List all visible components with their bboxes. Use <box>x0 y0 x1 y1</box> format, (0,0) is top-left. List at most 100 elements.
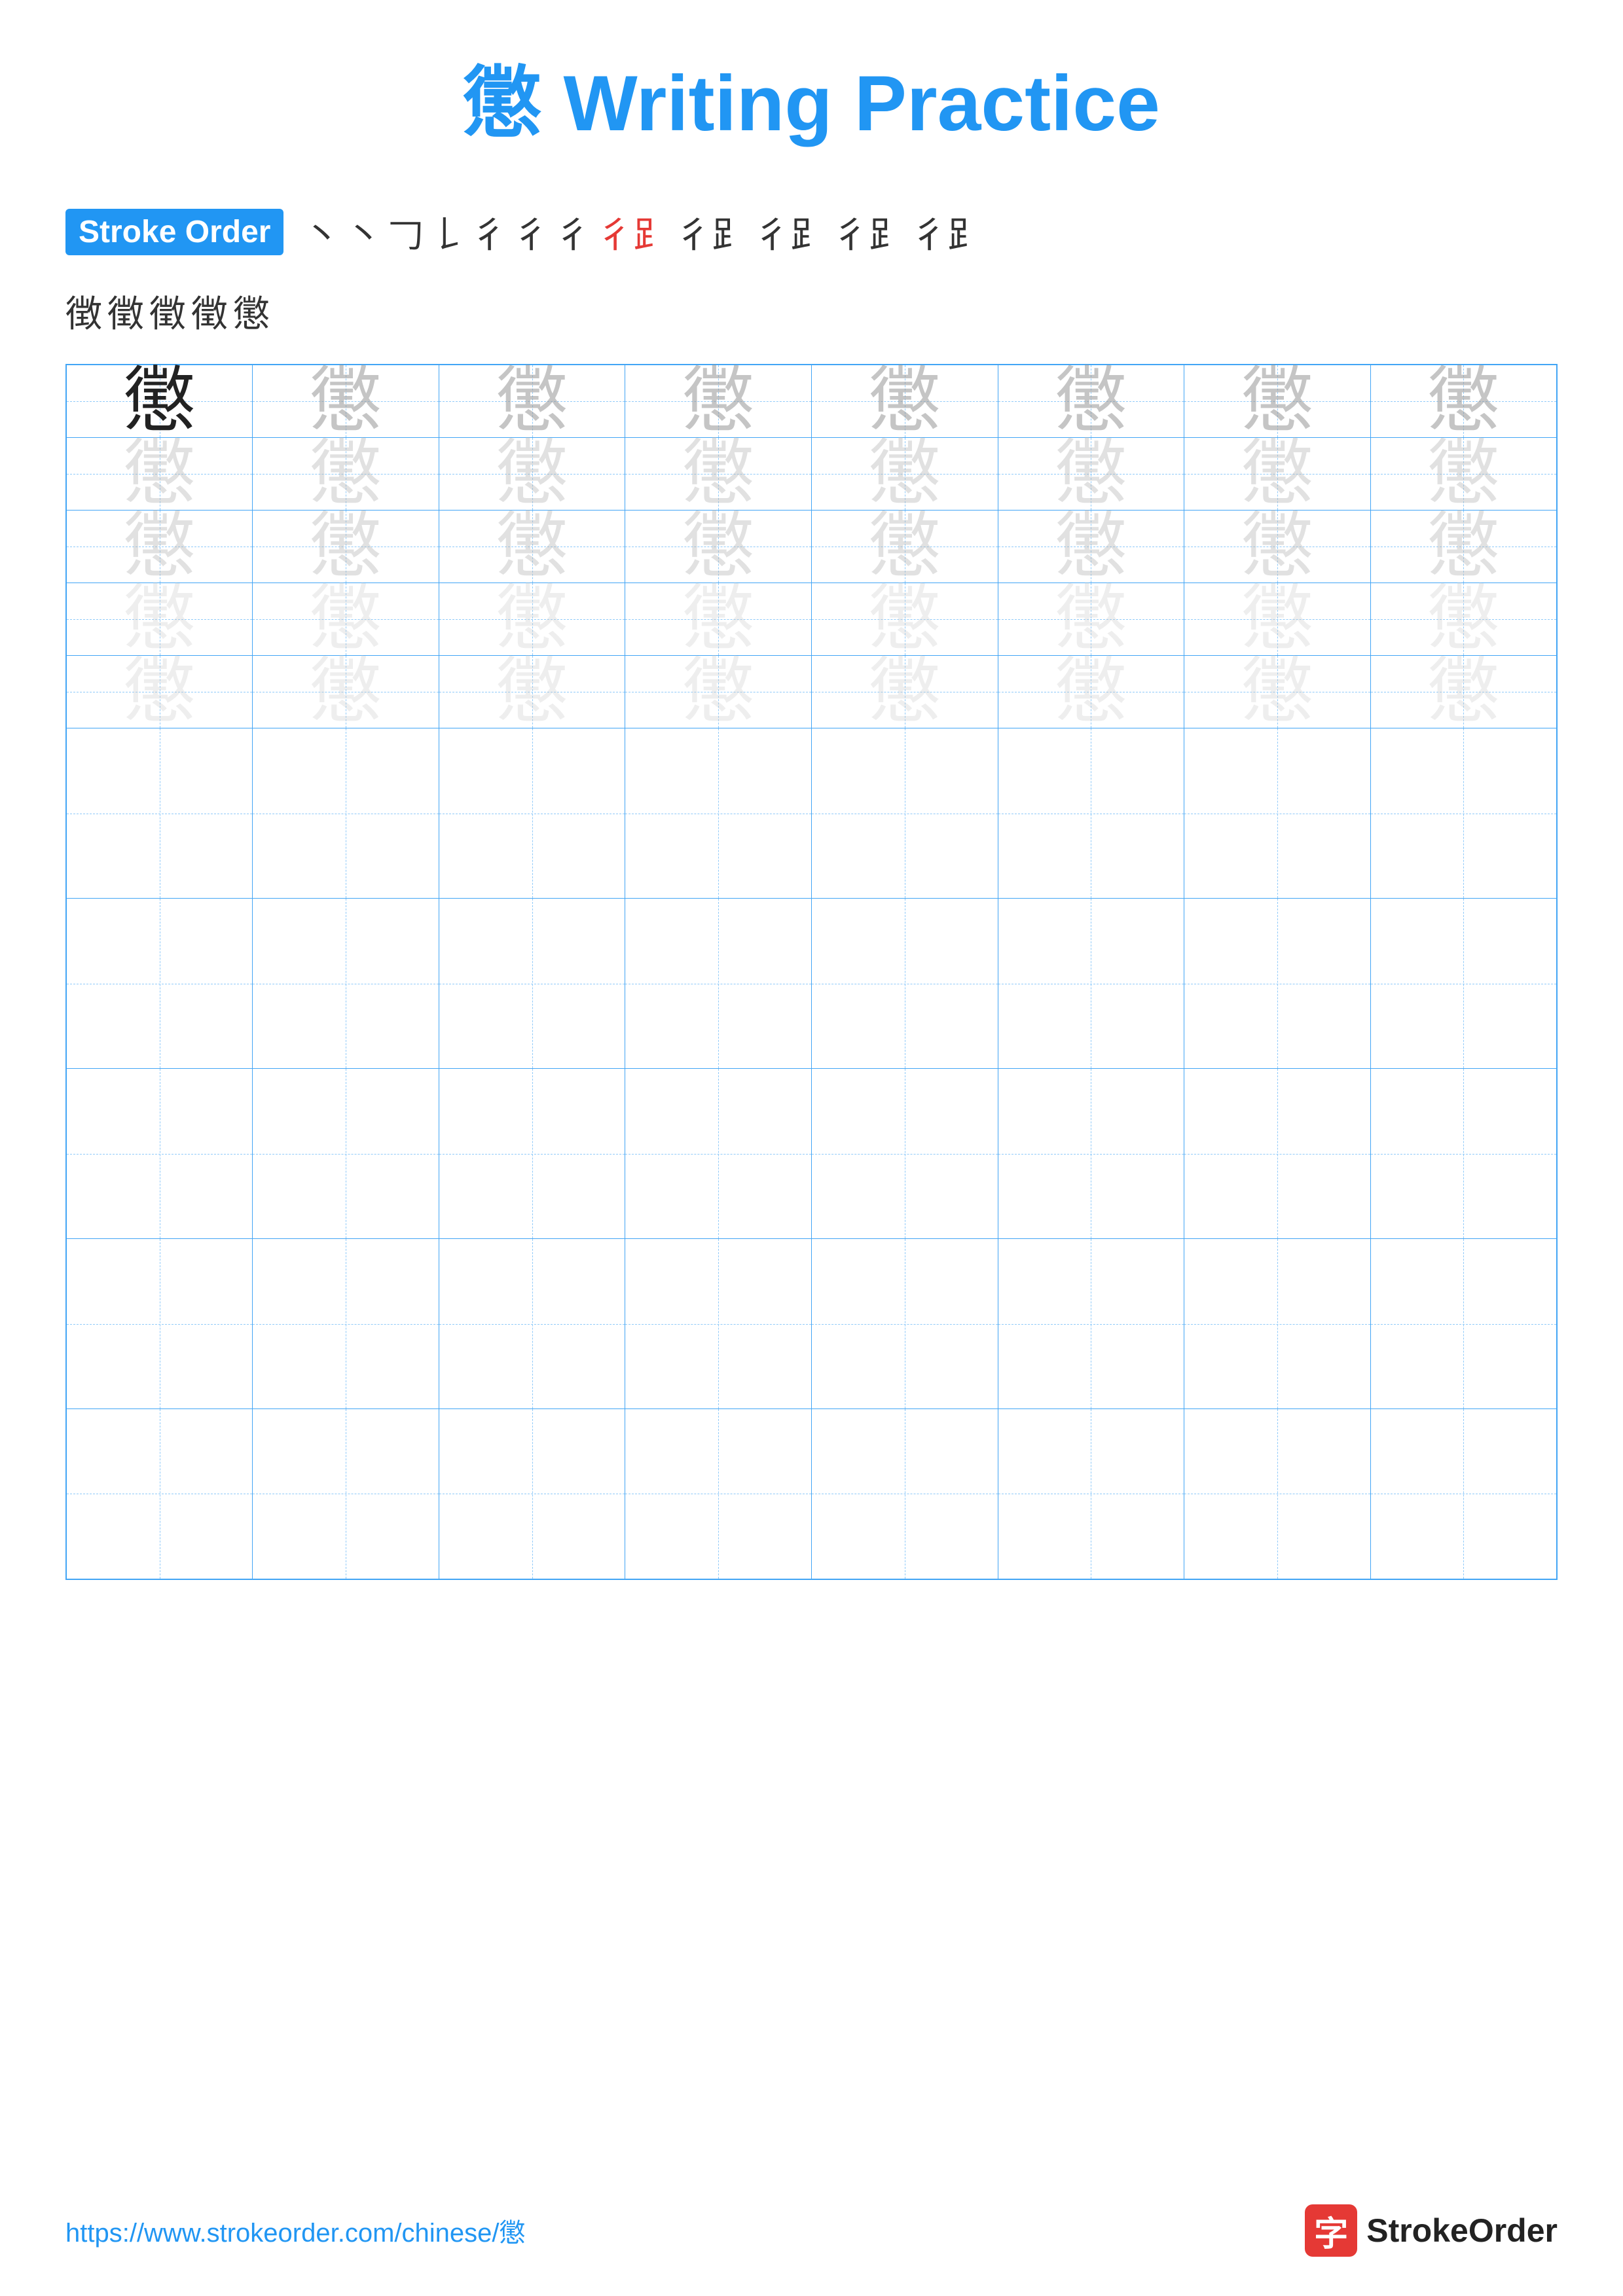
practice-cell: 懲 <box>1184 656 1371 728</box>
practice-row-7-empty[interactable] <box>66 899 1557 1069</box>
cell-inner <box>1184 899 1370 1068</box>
practice-row-1: 懲 懲 懲 懲 懲 懲 懲 懲 <box>66 365 1557 438</box>
empty-cell[interactable] <box>439 1069 625 1239</box>
cell-inner <box>998 899 1184 1068</box>
logo-text: StrokeOrder <box>1366 2212 1558 2250</box>
stroke-s6: 彳 <box>513 206 549 259</box>
empty-cell[interactable] <box>998 1069 1184 1239</box>
empty-cell[interactable] <box>1370 1069 1557 1239</box>
empty-cell[interactable] <box>1370 1239 1557 1409</box>
char-faint: 懲 <box>310 583 382 655</box>
practice-row-6-empty[interactable] <box>66 728 1557 899</box>
practice-cell: 懲 <box>1370 511 1557 583</box>
cell-inner <box>998 1239 1184 1408</box>
stroke-s14: 徵 <box>107 285 144 338</box>
stroke-s1: ⼂ <box>303 206 340 259</box>
empty-cell[interactable] <box>1184 1239 1371 1409</box>
cell-inner <box>67 1069 252 1238</box>
cell-inner: 懲 <box>812 438 998 510</box>
cell-inner <box>998 1409 1184 1579</box>
cell-inner: 懲 <box>625 511 811 583</box>
practice-cell: 懲 <box>253 583 439 656</box>
practice-cell: 懲 <box>812 438 998 511</box>
char-faint: 懲 <box>869 365 941 437</box>
empty-cell[interactable] <box>253 1239 439 1409</box>
cell-inner <box>439 1069 625 1238</box>
stroke-s8: 彳⻊ <box>596 206 670 259</box>
footer-url[interactable]: https://www.strokeorder.com/chinese/懲 <box>65 2212 526 2250</box>
empty-cell[interactable] <box>439 1239 625 1409</box>
empty-cell[interactable] <box>812 1409 998 1579</box>
empty-cell[interactable] <box>812 1239 998 1409</box>
empty-cell[interactable] <box>253 1069 439 1239</box>
empty-cell[interactable] <box>66 1069 253 1239</box>
char-faint: 懲 <box>1241 583 1313 655</box>
empty-cell[interactable] <box>625 1239 812 1409</box>
char-faint: 懲 <box>682 511 754 583</box>
practice-cell: 懲 <box>625 583 812 656</box>
empty-cell[interactable] <box>66 728 253 899</box>
empty-cell[interactable] <box>1184 1069 1371 1239</box>
stroke-s17: 懲 <box>233 285 270 338</box>
empty-cell[interactable] <box>1370 899 1557 1069</box>
empty-cell[interactable] <box>253 1409 439 1579</box>
empty-cell[interactable] <box>439 1409 625 1579</box>
empty-cell[interactable] <box>812 728 998 899</box>
practice-cell: 懲 <box>253 656 439 728</box>
cell-inner <box>1184 1239 1370 1408</box>
empty-cell[interactable] <box>66 1409 253 1579</box>
empty-cell[interactable] <box>1370 1409 1557 1579</box>
stroke-order-badge: Stroke Order <box>65 209 283 255</box>
cell-inner <box>1371 1409 1556 1579</box>
char-faint: 懲 <box>869 511 941 583</box>
empty-cell[interactable] <box>253 899 439 1069</box>
practice-cell: 懲 <box>998 511 1184 583</box>
empty-cell[interactable] <box>66 1239 253 1409</box>
cell-inner: 懲 <box>439 365 625 437</box>
empty-cell[interactable] <box>625 728 812 899</box>
stroke-sequence-row2: 徴 徵 徵 徵 懲 <box>65 285 1558 338</box>
empty-cell[interactable] <box>1184 1409 1371 1579</box>
empty-cell[interactable] <box>439 899 625 1069</box>
empty-cell[interactable] <box>998 899 1184 1069</box>
char-faint: 懲 <box>124 511 196 583</box>
char-faint: 懲 <box>869 656 941 728</box>
practice-cell: 懲 <box>439 438 625 511</box>
empty-cell[interactable] <box>1184 899 1371 1069</box>
char-faint: 懲 <box>682 438 754 510</box>
cell-inner: 懲 <box>253 438 439 510</box>
empty-cell[interactable] <box>253 728 439 899</box>
cell-inner <box>812 728 998 898</box>
char-faint: 懲 <box>682 656 754 728</box>
stroke-order-section: Stroke Order ⼂ ⼂ 𠃌 𠄌 彳 彳 彳 彳⻊ 彳⻊ 彳⻊ 彳⻊ 彳… <box>65 206 1558 259</box>
empty-cell[interactable] <box>66 899 253 1069</box>
practice-row-8-empty[interactable] <box>66 1069 1557 1239</box>
empty-cell[interactable] <box>439 728 625 899</box>
practice-cell: 懲 <box>66 656 253 728</box>
cell-inner <box>439 899 625 1068</box>
stroke-s7: 彳 <box>555 206 591 259</box>
practice-cell: 懲 <box>439 583 625 656</box>
cell-inner: 懲 <box>998 583 1184 655</box>
empty-cell[interactable] <box>1184 728 1371 899</box>
empty-cell[interactable] <box>998 1239 1184 1409</box>
empty-cell[interactable] <box>625 1069 812 1239</box>
cell-inner: 懲 <box>1184 511 1370 583</box>
stroke-s10: 彳⻊ <box>754 206 827 259</box>
empty-cell[interactable] <box>625 1409 812 1579</box>
char-faint: 懲 <box>496 583 568 655</box>
practice-row-9-empty[interactable] <box>66 1239 1557 1409</box>
empty-cell[interactable] <box>625 899 812 1069</box>
empty-cell[interactable] <box>998 1409 1184 1579</box>
char-faint: 懲 <box>496 511 568 583</box>
cell-inner <box>1184 1409 1370 1579</box>
empty-cell[interactable] <box>812 1069 998 1239</box>
practice-cell: 懲 <box>1370 365 1557 438</box>
empty-cell[interactable] <box>1370 728 1557 899</box>
practice-cell: 懲 <box>1370 583 1557 656</box>
practice-row-10-empty[interactable] <box>66 1409 1557 1579</box>
stroke-s13: 徴 <box>65 285 102 338</box>
cell-inner: 懲 <box>812 511 998 583</box>
empty-cell[interactable] <box>998 728 1184 899</box>
empty-cell[interactable] <box>812 899 998 1069</box>
